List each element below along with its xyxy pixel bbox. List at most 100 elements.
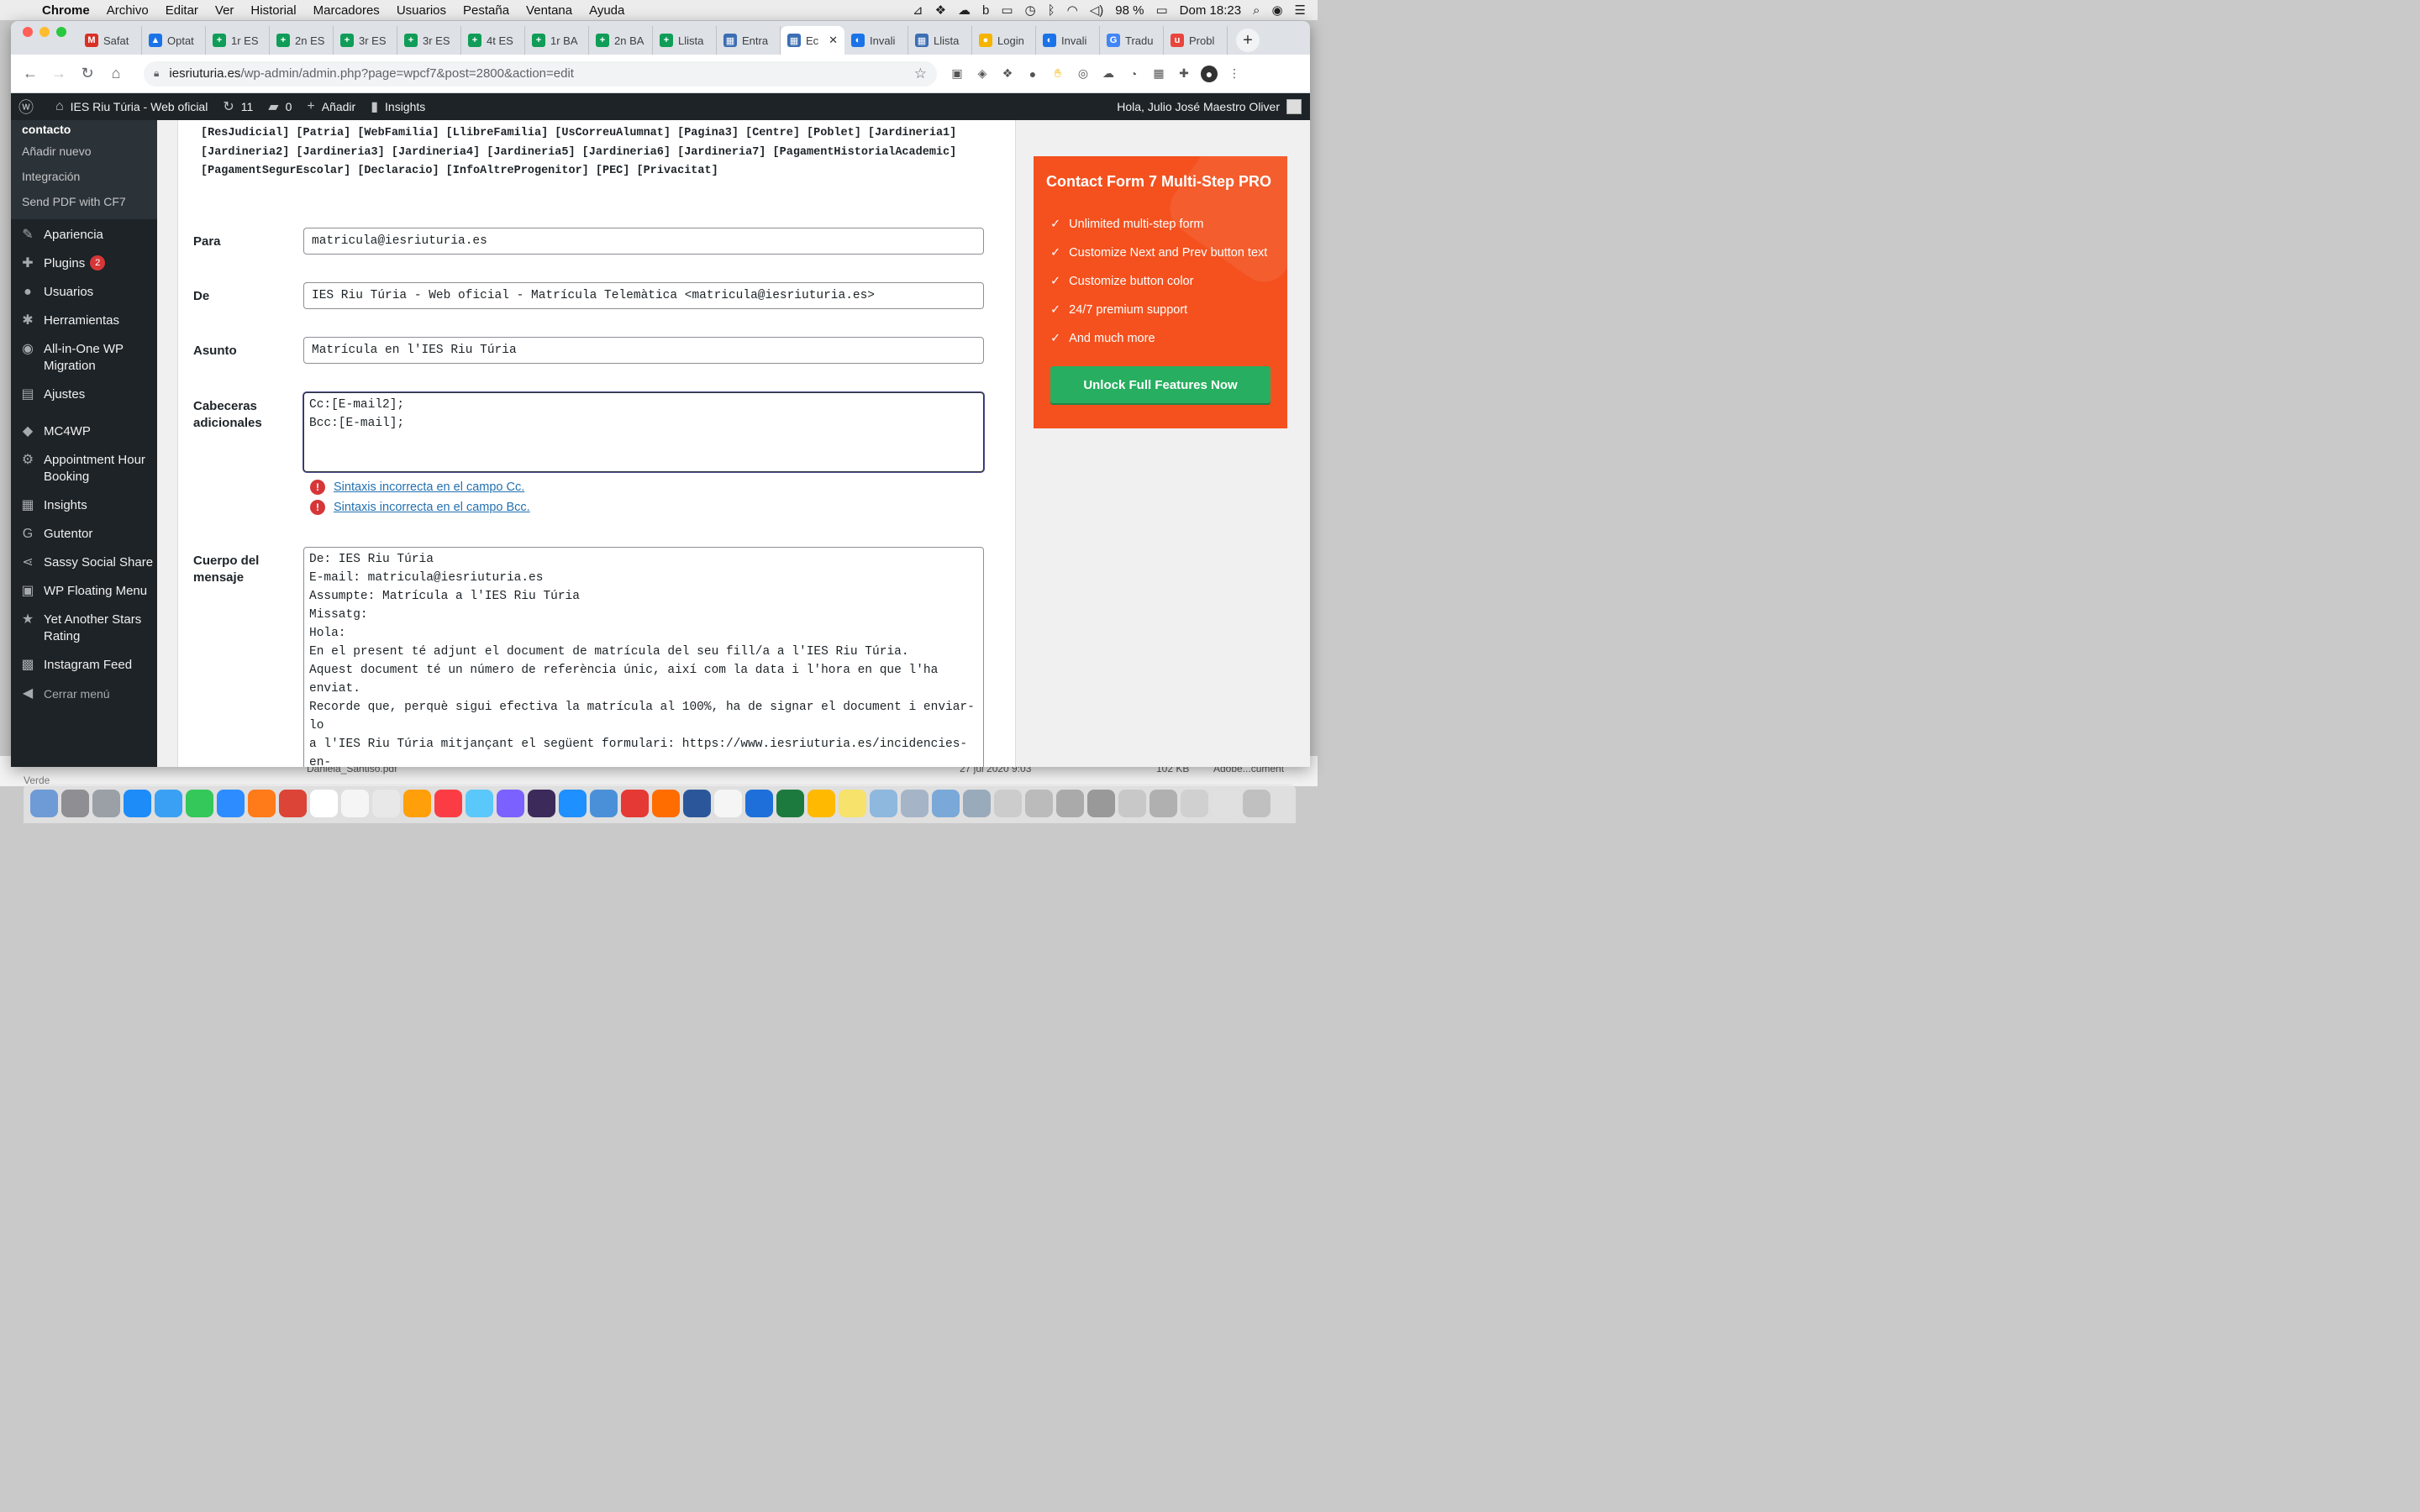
dock-app-icon[interactable]	[776, 790, 804, 817]
b-icon[interactable]: b	[982, 3, 989, 18]
dock-app-icon[interactable]	[808, 790, 835, 817]
sidebar-item-instagram-feed[interactable]: ▩ Instagram Feed	[11, 651, 157, 680]
notification-center-icon[interactable]: ☰	[1295, 3, 1306, 18]
new-tab-button[interactable]: +	[1236, 29, 1260, 52]
reload-icon[interactable]: ↻	[73, 65, 102, 82]
battery-icon[interactable]: ▭	[1155, 3, 1167, 18]
dock-app-icon[interactable]	[403, 790, 431, 817]
acrobat-icon[interactable]: ⊿	[913, 3, 923, 18]
browser-tab[interactable]: G Tradu	[1100, 26, 1164, 55]
dock-app-icon[interactable]	[279, 790, 307, 817]
unlock-full-features-button[interactable]: Unlock Full Features Now	[1050, 366, 1270, 403]
dock-app-icon[interactable]	[528, 790, 555, 817]
apple-extension-icon[interactable]: ●	[1024, 66, 1041, 82]
submenu-send-pdf[interactable]: Send PDF with CF7	[11, 189, 157, 214]
browser-tab[interactable]: +3r ES	[397, 26, 461, 55]
weather-extension-icon[interactable]: ☁	[1100, 66, 1117, 82]
dock-app-icon[interactable]	[30, 790, 58, 817]
dock-app-icon[interactable]	[839, 790, 866, 817]
close-window-button[interactable]	[23, 27, 33, 37]
dock-app-icon[interactable]	[932, 790, 960, 817]
sidebar-item-herramientas[interactable]: ✱ Herramientas	[11, 307, 157, 335]
dock-app-icon[interactable]	[186, 790, 213, 817]
browser-tab[interactable]: + Llista	[653, 26, 717, 55]
browser-tab[interactable]: ◐ Invali	[1036, 26, 1100, 55]
lock-icon[interactable]: 🔒︎	[154, 67, 159, 80]
sidebar-item-wp-floating-menu[interactable]: ▣ WP Floating Menu	[11, 577, 157, 606]
admin-bar-updates[interactable]: ↻ 11	[215, 98, 260, 115]
mail-tags-line-1[interactable]: [ResJudicial] [Patria] [WebFamilia] [Lli…	[201, 124, 957, 144]
dock-app-icon[interactable]	[870, 790, 897, 817]
sidebar-item-all-in-one-wp[interactable]: ◉ All-in-One WP Migration	[11, 335, 157, 381]
menu-usuarios[interactable]: Usuarios	[388, 3, 455, 18]
sidebar-item-mc4wp[interactable]: ◆ MC4WP	[11, 417, 157, 446]
time-machine-icon[interactable]: ◷	[1025, 3, 1036, 18]
to-input[interactable]: matricula@iesriuturia.es	[303, 228, 984, 255]
browser-tab[interactable]: ▦ Entra	[717, 26, 781, 55]
dock-app-icon[interactable]	[92, 790, 120, 817]
dock-app-icon[interactable]	[434, 790, 462, 817]
timer-extension-icon[interactable]: ◔	[1125, 66, 1142, 82]
menu-marcadores[interactable]: Marcadores	[305, 3, 388, 18]
wifi-icon[interactable]: ◠	[1067, 3, 1078, 18]
bluetooth-icon[interactable]: ᛒ	[1048, 3, 1055, 18]
sidebar-item-usuarios[interactable]: ● Usuarios	[11, 278, 157, 307]
dock-app-icon[interactable]	[621, 790, 649, 817]
menu-app-name[interactable]: Chrome	[34, 3, 98, 18]
browser-tab[interactable]: +4t ES	[461, 26, 525, 55]
dock-app-icon[interactable]	[124, 790, 151, 817]
collapse-menu-button[interactable]: ◀ Cerrar menú	[11, 680, 157, 708]
spotlight-search-icon[interactable]: ⌕	[1253, 3, 1260, 18]
mail-tags-line-2[interactable]: [Jardineria2] [Jardineria3] [Jardineria4…	[201, 144, 957, 163]
profile-avatar[interactable]: ●	[1201, 65, 1218, 82]
puzzle-extensions-icon[interactable]: ✚	[1176, 66, 1192, 82]
browser-tab[interactable]: u Probl	[1164, 26, 1228, 55]
menu-pestana[interactable]: Pestaña	[455, 3, 518, 18]
admin-bar-new-content[interactable]: + Añadir	[299, 99, 363, 114]
sidebar-item-insights[interactable]: ▦ Insights	[11, 491, 157, 520]
airplay-icon[interactable]: ▭	[1001, 3, 1013, 18]
dock-app-icon[interactable]	[497, 790, 524, 817]
browser-tab[interactable]: +2n ES	[270, 26, 334, 55]
dock-app-icon[interactable]	[1150, 790, 1177, 817]
siri-icon[interactable]: ◉	[1271, 3, 1282, 18]
sidebar-item-gutentor[interactable]: G Gutentor	[11, 520, 157, 549]
from-input[interactable]: IES Riu Túria - Web oficial - Matrícula …	[303, 282, 984, 309]
submenu-add-new[interactable]: Añadir nuevo	[11, 139, 157, 164]
tab-active[interactable]: ▦ Ec ✕	[781, 26, 844, 55]
dock-app-icon[interactable]	[963, 790, 991, 817]
browser-tab[interactable]: +1r BA	[525, 26, 589, 55]
dock-app-icon[interactable]	[714, 790, 742, 817]
message-body-textarea[interactable]: De: IES Riu Túria E-mail: matricula@iesr…	[303, 547, 984, 767]
admin-bar-comments[interactable]: ▰ 0	[260, 98, 299, 115]
forward-arrow-icon[interactable]: →	[45, 65, 73, 82]
admin-bar-site-link[interactable]: ⌂ IES Riu Túria - Web oficial	[48, 99, 215, 114]
dock-app-icon[interactable]	[1181, 790, 1208, 817]
sidebar-item-plugins[interactable]: ✚ Plugins 2	[11, 249, 157, 278]
submenu-current-contacto[interactable]: contacto	[11, 120, 157, 139]
admin-bar-insights[interactable]: ▮ Insights	[363, 98, 433, 115]
dock-app-icon[interactable]	[341, 790, 369, 817]
dropbox-icon[interactable]: ❖	[935, 3, 946, 18]
dock-app-icon[interactable]	[310, 790, 338, 817]
sidebar-item-ajustes[interactable]: ▤ Ajustes	[11, 381, 157, 409]
browser-tab[interactable]: ▦ Llista	[908, 26, 972, 55]
dock-app-icon[interactable]	[248, 790, 276, 817]
menu-ventana[interactable]: Ventana	[518, 3, 581, 18]
dropbox-extension-icon[interactable]: ❖	[999, 66, 1016, 82]
back-arrow-icon[interactable]: ←	[16, 65, 45, 82]
browser-tab[interactable]: ● Login	[972, 26, 1036, 55]
browser-tab[interactable]: ◐ Invali	[844, 26, 908, 55]
close-tab-icon[interactable]: ✕	[829, 34, 838, 47]
owl-extension-icon[interactable]: ◈	[974, 66, 991, 82]
dock-app-icon[interactable]	[901, 790, 929, 817]
volume-icon[interactable]: ◁)	[1090, 3, 1104, 18]
dock-app-icon[interactable]	[1212, 790, 1239, 817]
screenshot-extension-icon[interactable]: ▣	[949, 66, 965, 82]
home-icon[interactable]: ⌂	[102, 65, 130, 82]
dock-app-icon[interactable]	[994, 790, 1022, 817]
browser-tab[interactable]: M Safat	[78, 26, 142, 55]
wp-logo-icon[interactable]: ⓦ	[11, 96, 48, 118]
menu-historial[interactable]: Historial	[242, 3, 304, 18]
dock-app-icon[interactable]	[1243, 790, 1270, 817]
